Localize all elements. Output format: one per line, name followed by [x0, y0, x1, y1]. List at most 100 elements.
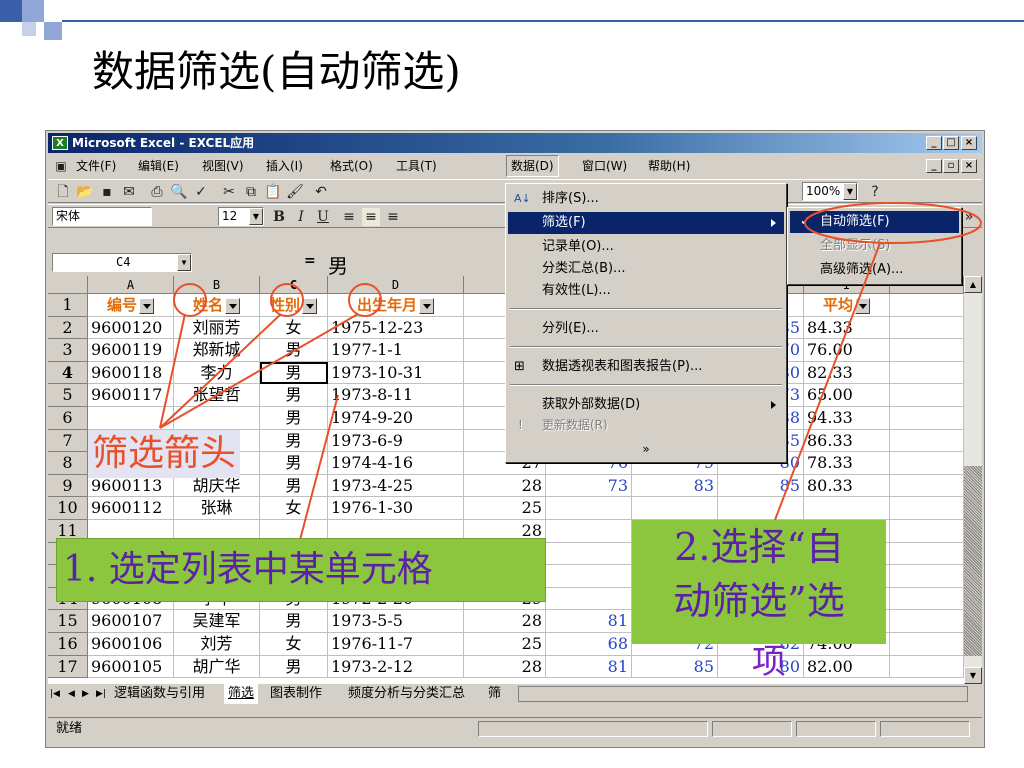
cell-average[interactable]: 94.33: [804, 407, 890, 430]
filter-dropdown-arrow-icon[interactable]: [419, 297, 434, 314]
cell-id[interactable]: 9600119: [88, 339, 174, 362]
menu-help[interactable]: 帮助(H): [644, 155, 694, 177]
menu-item-text-to-columns[interactable]: 分列(E)...: [508, 318, 784, 340]
row-header[interactable]: 2: [48, 316, 88, 340]
cell-id[interactable]: 9600120: [88, 316, 174, 340]
grid-cell[interactable]: [890, 542, 964, 566]
header-cell[interactable]: 性别: [260, 294, 328, 317]
menu-item-validation[interactable]: 有效性(L)...: [508, 280, 784, 302]
cell-average[interactable]: 78.33: [804, 452, 890, 475]
cell-score-2[interactable]: 85: [632, 655, 718, 679]
cell-age[interactable]: 28: [464, 655, 546, 679]
sheet-nav-next-icon[interactable]: ▶: [82, 684, 89, 704]
format-painter-icon[interactable]: 🖌: [286, 183, 304, 201]
sheet-tab-filter[interactable]: 筛选: [224, 684, 259, 704]
cell-sex[interactable]: 男: [260, 452, 328, 475]
cell-average[interactable]: 86.33: [804, 429, 890, 453]
underline-button[interactable]: U: [314, 208, 332, 226]
grid-cell[interactable]: [890, 339, 964, 362]
cell-age[interactable]: 28: [464, 610, 546, 633]
italic-button[interactable]: I: [292, 208, 310, 226]
cell-score-1[interactable]: [546, 497, 632, 520]
cell-score-1[interactable]: 73: [546, 474, 632, 498]
menu-expand-chevron-icon[interactable]: »: [508, 438, 784, 460]
cell-average[interactable]: 80.33: [804, 474, 890, 498]
row-header[interactable]: 9: [48, 474, 88, 498]
row-header[interactable]: 5: [48, 384, 88, 407]
name-box[interactable]: C4 ▼: [52, 253, 192, 272]
maximize-button[interactable]: □: [943, 136, 959, 150]
cell-score-1[interactable]: [546, 565, 632, 588]
spelling-icon[interactable]: ✓: [192, 183, 210, 201]
cell-score-2[interactable]: [632, 497, 718, 520]
cell-average[interactable]: 82.33: [804, 361, 890, 385]
cell-score-1[interactable]: 68: [546, 633, 632, 656]
document-icon[interactable]: ▣: [52, 157, 70, 175]
minimize-button[interactable]: _: [926, 136, 942, 150]
sheet-nav-prev-icon[interactable]: ◀: [68, 684, 75, 704]
chevron-down-icon[interactable]: ▼: [177, 254, 191, 271]
align-left-icon[interactable]: ≡: [340, 208, 358, 226]
row-header[interactable]: 6: [48, 407, 88, 430]
cell-name[interactable]: 张琳: [174, 497, 260, 520]
col-header-d[interactable]: D: [328, 276, 464, 294]
cell-id[interactable]: 9600106: [88, 633, 174, 656]
row-header[interactable]: 3: [48, 339, 88, 362]
menu-item-filter[interactable]: 筛选(F): [508, 212, 784, 234]
cell-dob[interactable]: 1973-4-25: [328, 474, 464, 498]
col-header-c[interactable]: C: [260, 276, 328, 294]
cell-sex[interactable]: 男: [260, 429, 328, 453]
grid-cell[interactable]: [890, 497, 964, 520]
cell-dob[interactable]: 1974-9-20: [328, 407, 464, 430]
cell-name[interactable]: 刘丽芳: [174, 316, 260, 340]
cell-dob[interactable]: 1973-2-12: [328, 655, 464, 679]
cell-age[interactable]: 25: [464, 633, 546, 656]
chevron-down-icon[interactable]: ▼: [843, 183, 857, 200]
cell-id[interactable]: 9600118: [88, 361, 174, 385]
col-header-a[interactable]: A: [88, 276, 174, 294]
header-cell[interactable]: 平均: [804, 294, 890, 317]
cell-average[interactable]: 76.00: [804, 339, 890, 362]
grid-cell[interactable]: [890, 452, 964, 475]
cell-dob[interactable]: 1977-1-1: [328, 339, 464, 362]
menu-insert[interactable]: 插入(I): [262, 155, 307, 177]
cell-dob[interactable]: 1973-10-31: [328, 361, 464, 385]
horizontal-scrollbar[interactable]: [518, 686, 968, 702]
cell-dob[interactable]: 1975-12-23: [328, 316, 464, 340]
cell-average[interactable]: [804, 497, 890, 520]
row-header[interactable]: 16: [48, 633, 88, 656]
cell-id[interactable]: 9600117: [88, 384, 174, 407]
sheet-nav-first-icon[interactable]: |◀: [50, 684, 60, 704]
print-icon[interactable]: ⎙: [148, 183, 166, 201]
cell-name[interactable]: [174, 407, 260, 430]
cell-sex[interactable]: 女: [260, 633, 328, 656]
sheet-tab-more[interactable]: 筛: [488, 684, 501, 704]
cell-dob[interactable]: 1973-5-5: [328, 610, 464, 633]
cell-average[interactable]: 82.00: [804, 655, 890, 679]
cell-dob[interactable]: 1976-1-30: [328, 497, 464, 520]
cell-id[interactable]: 9600112: [88, 497, 174, 520]
cell-sex[interactable]: 男: [260, 339, 328, 362]
row-header[interactable]: 15: [48, 610, 88, 633]
align-center-icon[interactable]: ≡: [362, 208, 380, 226]
cell-dob[interactable]: 1976-11-7: [328, 633, 464, 656]
cell-sex[interactable]: 男: [260, 610, 328, 633]
menu-item-sort[interactable]: A↓ 排序(S)...: [508, 188, 784, 210]
formula-content[interactable]: 男: [328, 250, 348, 279]
grid-cell[interactable]: [890, 655, 964, 679]
header-cell[interactable]: 出生年月: [328, 294, 464, 317]
row-header[interactable]: 1: [48, 294, 88, 317]
row-header[interactable]: 4: [48, 361, 88, 385]
vertical-scrollbar[interactable]: ▲ ▼: [964, 276, 982, 684]
filter-dropdown-arrow-icon[interactable]: [855, 297, 870, 314]
submenu-item-advanced-filter[interactable]: 高级筛选(A)...: [790, 259, 959, 281]
cell-name[interactable]: 郑新城: [174, 339, 260, 362]
menu-edit[interactable]: 编辑(E): [134, 155, 183, 177]
row-header[interactable]: 10: [48, 497, 88, 520]
cell-score-2[interactable]: 83: [632, 474, 718, 498]
sheet-tab-logic[interactable]: 逻辑函数与引用: [114, 684, 205, 704]
filter-dropdown-arrow-icon[interactable]: [225, 297, 240, 314]
toolbar-overflow-icon[interactable]: »: [960, 208, 978, 226]
cut-icon[interactable]: ✂: [220, 183, 238, 201]
cell-sex[interactable]: 男: [260, 474, 328, 498]
